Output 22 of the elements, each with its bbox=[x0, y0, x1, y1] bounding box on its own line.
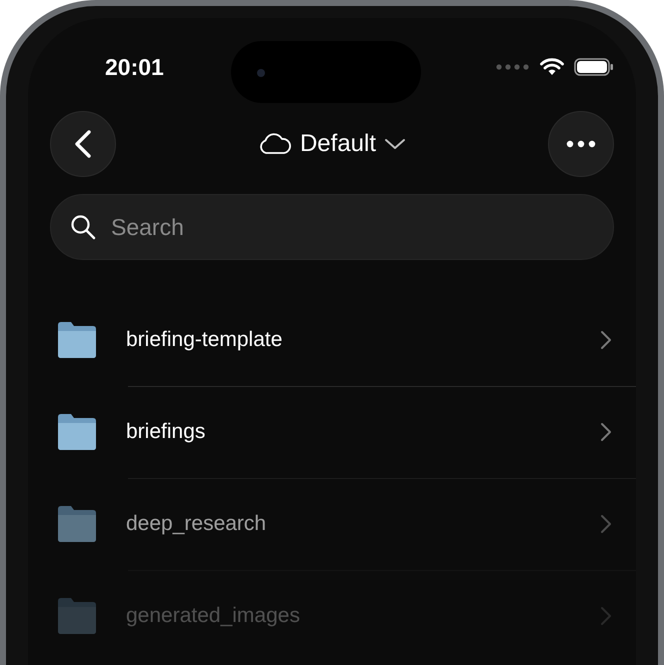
folder-row[interactable]: deep_research bbox=[28, 478, 636, 570]
cloud-icon bbox=[258, 133, 292, 155]
folder-row[interactable]: briefings bbox=[28, 386, 636, 478]
more-icon bbox=[566, 140, 596, 148]
chevron-icon bbox=[600, 330, 612, 350]
folder-icon bbox=[56, 596, 98, 636]
chevron-icon bbox=[600, 422, 612, 442]
status-time: 20:01 bbox=[105, 54, 164, 80]
folder-icon bbox=[56, 320, 98, 360]
location-dropdown[interactable]: Default bbox=[258, 130, 406, 158]
folder-icon bbox=[56, 412, 98, 452]
search-icon bbox=[70, 214, 96, 240]
chevron-icon bbox=[600, 514, 612, 534]
chevron-icon bbox=[600, 606, 612, 626]
battery-icon bbox=[574, 58, 614, 76]
back-icon bbox=[73, 129, 93, 159]
signal-icon bbox=[496, 64, 530, 70]
wifi-icon bbox=[540, 58, 564, 76]
folder-row[interactable]: briefing-template bbox=[28, 294, 636, 386]
folder-icon bbox=[56, 504, 98, 544]
search-field[interactable]: Search bbox=[50, 194, 614, 260]
caret-icon bbox=[384, 137, 406, 151]
